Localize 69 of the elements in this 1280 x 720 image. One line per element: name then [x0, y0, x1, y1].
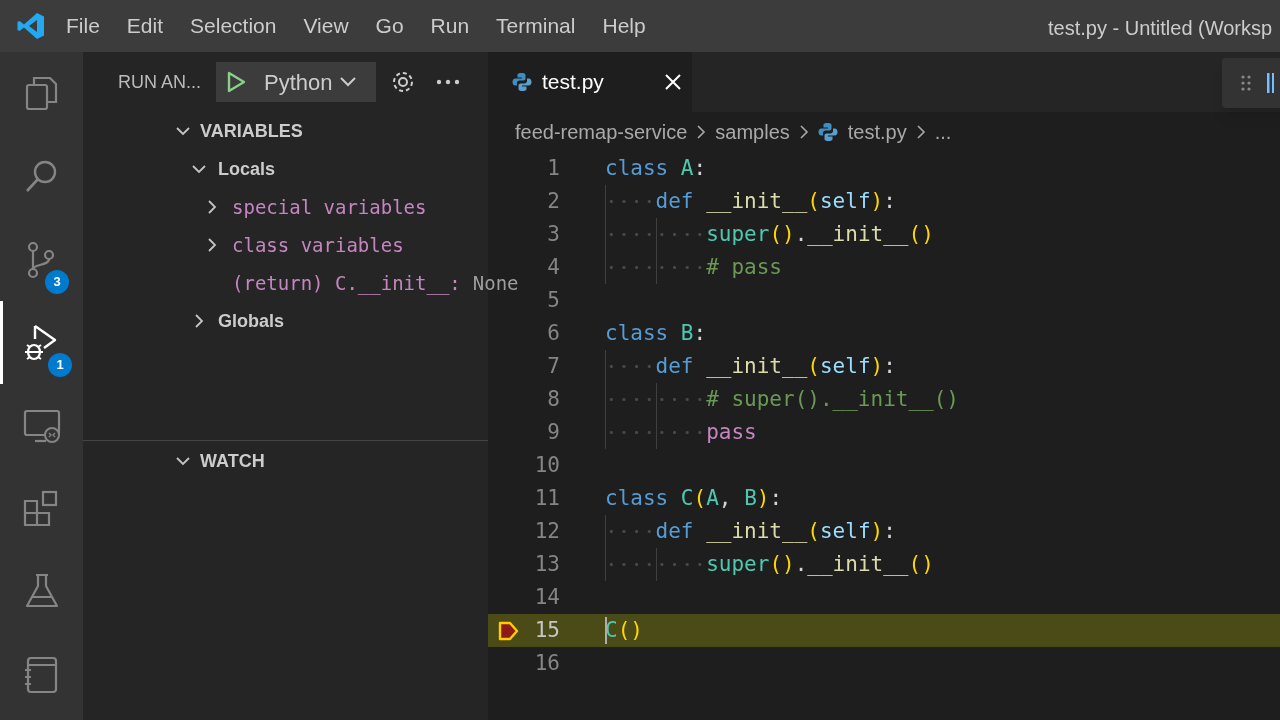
continue-icon[interactable]: [1266, 72, 1274, 94]
python-file-icon: [512, 72, 532, 92]
menu-item[interactable]: Help: [602, 10, 646, 42]
line-number: 1: [546, 154, 560, 182]
chevron-down-icon: [338, 76, 357, 88]
breadcrumb-item[interactable]: test.py: [847, 117, 907, 147]
python-file-icon: [817, 122, 838, 142]
text-cursor: [605, 617, 607, 644]
scope-label[interactable]: Globals: [218, 307, 284, 335]
line-number: 11: [533, 484, 560, 512]
start-debugging-icon: [226, 71, 246, 93]
count-badge: 3: [45, 270, 69, 294]
line-number: 16: [533, 649, 560, 677]
code-line: # super().__init__(): [605, 383, 960, 416]
line-number: 2: [546, 187, 560, 215]
menu-item[interactable]: Terminal: [496, 10, 576, 42]
line-number: 5: [546, 286, 560, 314]
variable-value: None: [472, 270, 519, 296]
menu-item[interactable]: File: [66, 10, 100, 42]
sidebar-title: RUN AN...: [118, 70, 202, 94]
drag-handle-icon[interactable]: [1240, 74, 1252, 92]
line-number: 8: [546, 385, 560, 413]
breadcrumb-item[interactable]: samples: [715, 117, 790, 147]
code-line: def __init__(self):: [605, 185, 896, 218]
line-number: 4: [546, 253, 560, 281]
current-statement-icon: [497, 619, 519, 642]
chevron-right-icon: [797, 123, 810, 141]
editor-tab[interactable]: test.py: [488, 52, 692, 112]
menu-item[interactable]: Run: [430, 10, 470, 42]
app-logo-icon: [16, 11, 46, 41]
chevron-right-icon: [914, 123, 927, 141]
line-number: 3: [546, 220, 560, 248]
close-icon[interactable]: [664, 73, 682, 91]
scope-label[interactable]: Locals: [218, 155, 276, 183]
menu-item[interactable]: Edit: [126, 10, 164, 42]
line-number: 15: [533, 616, 560, 644]
menu-item[interactable]: View: [303, 10, 349, 42]
variable-name[interactable]: class variables: [232, 230, 404, 260]
count-badge: 1: [48, 353, 72, 377]
variable-name: (return) C.__init__:: [232, 270, 461, 297]
code-line: class A:: [605, 154, 707, 182]
settings-icon[interactable]: [390, 69, 416, 95]
configuration-dropdown[interactable]: Python: [216, 62, 376, 102]
line-number: 13: [533, 550, 560, 578]
breadcrumb-item[interactable]: ...: [934, 117, 952, 147]
window-title: test.py - Untitled (Worksp: [1048, 16, 1273, 41]
menu-item[interactable]: Selection: [190, 10, 277, 42]
code-line: def __init__(self):: [605, 350, 896, 383]
code-line: class B:: [605, 319, 707, 347]
code-line: class C(A, B):: [605, 484, 783, 512]
chevron-right-icon: [695, 123, 708, 141]
breadcrumb-item[interactable]: feed-remap-service: [515, 117, 688, 147]
line-number: 6: [546, 319, 560, 347]
section-header[interactable]: WATCH: [200, 447, 265, 475]
line-number: 14: [533, 583, 560, 611]
line-number: 9: [546, 418, 560, 446]
section-header[interactable]: VARIABLES: [200, 117, 303, 145]
more-icon[interactable]: [436, 79, 460, 85]
line-number: 12: [533, 517, 560, 545]
code-line: super().__init__(): [605, 548, 934, 581]
code-line: # pass: [605, 251, 782, 284]
code-line: def __init__(self):: [605, 515, 896, 548]
variable-name[interactable]: special variables: [232, 192, 427, 222]
line-number: 7: [546, 352, 560, 380]
code-line: super().__init__(): [605, 218, 934, 251]
line-number: 10: [533, 451, 560, 479]
menu-item[interactable]: Go: [375, 10, 404, 42]
code-line: pass: [605, 416, 757, 449]
code-line: C(): [605, 616, 643, 646]
